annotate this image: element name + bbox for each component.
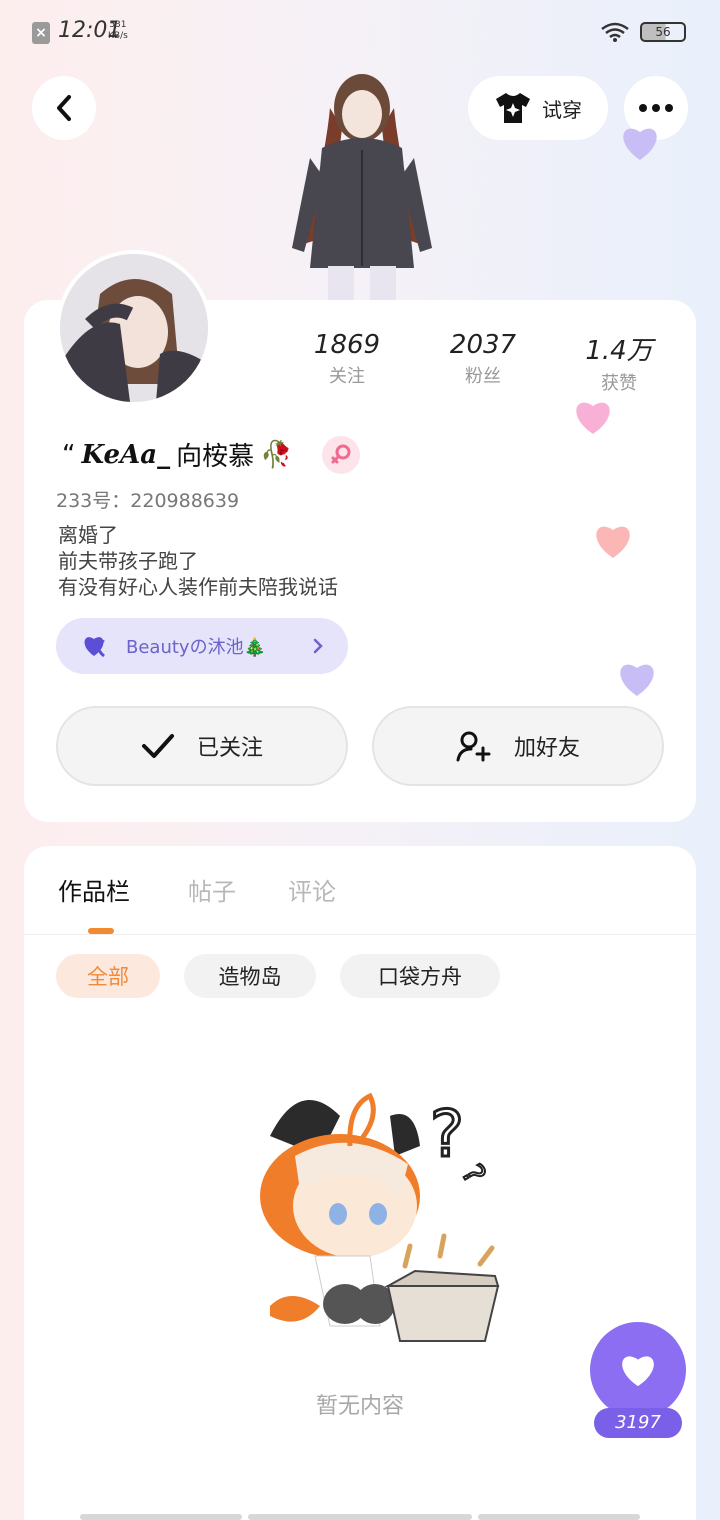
heart-icon bbox=[622, 1356, 654, 1387]
user-id: 233号：220988639 bbox=[56, 490, 240, 512]
chevron-left-icon bbox=[57, 95, 71, 121]
filter-pocket-ark[interactable]: 口袋方舟 bbox=[340, 954, 500, 998]
chevron-right-icon bbox=[313, 638, 323, 654]
status-bar: × 12:01 531 KB/s 56 bbox=[0, 0, 720, 64]
avatar-image bbox=[60, 254, 208, 402]
wifi-icon bbox=[601, 22, 629, 42]
floating-heart-icon bbox=[623, 128, 657, 160]
stat-following[interactable]: 1869 关注 bbox=[292, 330, 402, 388]
floating-heart-icon bbox=[576, 402, 610, 434]
female-gender-badge bbox=[322, 436, 360, 474]
female-icon bbox=[331, 444, 351, 464]
check-icon bbox=[141, 734, 174, 758]
floating-heart-icon bbox=[596, 526, 630, 558]
username: “ KeAa_ 向桉慕 🥀 bbox=[62, 439, 293, 473]
home-indicator bbox=[80, 1514, 242, 1520]
add-user-icon bbox=[456, 731, 491, 762]
try-on-label: 试穿 bbox=[542, 97, 582, 122]
followed-button[interactable]: 已关注 bbox=[56, 706, 348, 786]
svg-text:?: ? bbox=[430, 1098, 464, 1172]
empty-state-illustration: ? ? bbox=[260, 1092, 500, 1342]
more-dots-icon bbox=[639, 104, 647, 112]
character-figure bbox=[292, 74, 432, 300]
double-heart-icon bbox=[84, 637, 106, 658]
try-on-button[interactable]: 试穿 bbox=[468, 76, 608, 140]
filter-creation-island[interactable]: 造物岛 bbox=[184, 954, 316, 998]
tab-works[interactable]: 作品栏 bbox=[58, 872, 130, 907]
no-sim-icon: × bbox=[32, 22, 50, 44]
heart-count-badge: 3197 bbox=[594, 1408, 682, 1438]
club-badge[interactable]: Beautyの沐池🎄 bbox=[56, 618, 348, 674]
add-friend-button[interactable]: 加好友 bbox=[372, 706, 664, 786]
tab-comments[interactable]: 评论 bbox=[288, 872, 336, 907]
home-indicator bbox=[248, 1514, 472, 1520]
tab-posts[interactable]: 帖子 bbox=[188, 872, 236, 907]
heart-fab-button[interactable] bbox=[590, 1322, 686, 1418]
avatar[interactable] bbox=[56, 250, 212, 406]
bio: 离婚了 前夫带孩子跑了 有没有好心人装作前夫陪我说话 bbox=[58, 523, 338, 599]
network-speed: 531 KB/s bbox=[108, 20, 128, 41]
divider bbox=[24, 934, 696, 935]
stat-fans[interactable]: 2037 粉丝 bbox=[428, 330, 538, 388]
back-button[interactable] bbox=[32, 76, 96, 140]
home-indicator bbox=[478, 1514, 640, 1520]
battery-indicator: 56 bbox=[640, 22, 686, 42]
empty-state-text: 暂无内容 bbox=[315, 1394, 404, 1419]
filter-all[interactable]: 全部 bbox=[56, 954, 160, 998]
floating-heart-icon bbox=[620, 664, 654, 696]
stat-likes[interactable]: 1.4万 获赞 bbox=[564, 330, 674, 395]
outfit-icon bbox=[496, 93, 530, 123]
